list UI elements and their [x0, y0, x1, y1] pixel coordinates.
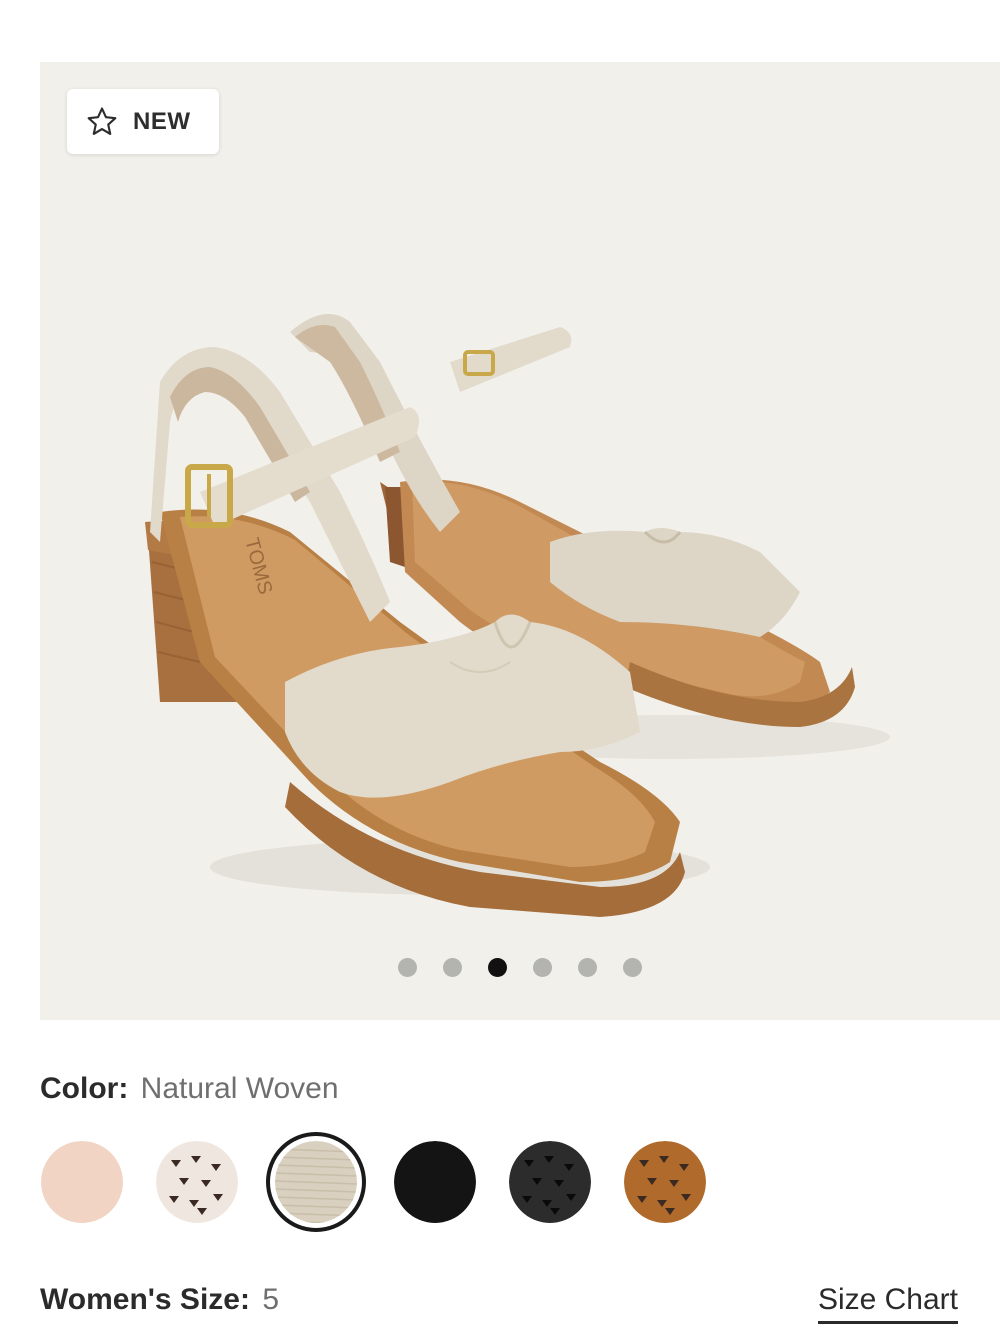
- size-label: Women's Size:: [40, 1283, 250, 1316]
- new-badge: NEW: [67, 89, 219, 154]
- carousel-pagination: [398, 958, 642, 977]
- selected-size: 5: [262, 1283, 279, 1316]
- carousel-dot[interactable]: [533, 958, 552, 977]
- color-label: Color:: [40, 1072, 129, 1105]
- product-image-gallery[interactable]: TOMS NEW: [40, 62, 1000, 1020]
- color-swatch-black[interactable]: [393, 1140, 477, 1224]
- color-swatch-black-dotted[interactable]: [508, 1140, 592, 1224]
- swatch-fill: [509, 1141, 591, 1223]
- carousel-dot[interactable]: [578, 958, 597, 977]
- swatch-fill: [275, 1141, 357, 1223]
- star-outline-icon: [87, 106, 117, 135]
- color-swatch-blush[interactable]: [40, 1140, 124, 1224]
- swatch-fill: [394, 1141, 476, 1223]
- color-swatch-natural-woven[interactable]: [266, 1132, 366, 1232]
- selected-color-name: Natural Woven: [140, 1072, 339, 1105]
- swatch-fill: [41, 1141, 123, 1223]
- color-swatch-tan-dotted[interactable]: [623, 1140, 707, 1224]
- carousel-dot[interactable]: [398, 958, 417, 977]
- product-photo-sandals: TOMS: [145, 314, 890, 917]
- carousel-dot[interactable]: [443, 958, 462, 977]
- color-swatch-list: [40, 1132, 707, 1232]
- carousel-dot[interactable]: [488, 958, 507, 977]
- size-selector-label: Women's Size: 5: [40, 1283, 279, 1317]
- color-swatch-cream-dotted[interactable]: [155, 1140, 239, 1224]
- badge-label: NEW: [133, 107, 191, 135]
- color-selector-label: Color: Natural Woven: [40, 1072, 339, 1106]
- size-chart-link[interactable]: Size Chart: [817, 1283, 958, 1324]
- swatch-fill: [624, 1141, 706, 1223]
- carousel-dot[interactable]: [623, 958, 642, 977]
- swatch-fill: [156, 1141, 238, 1223]
